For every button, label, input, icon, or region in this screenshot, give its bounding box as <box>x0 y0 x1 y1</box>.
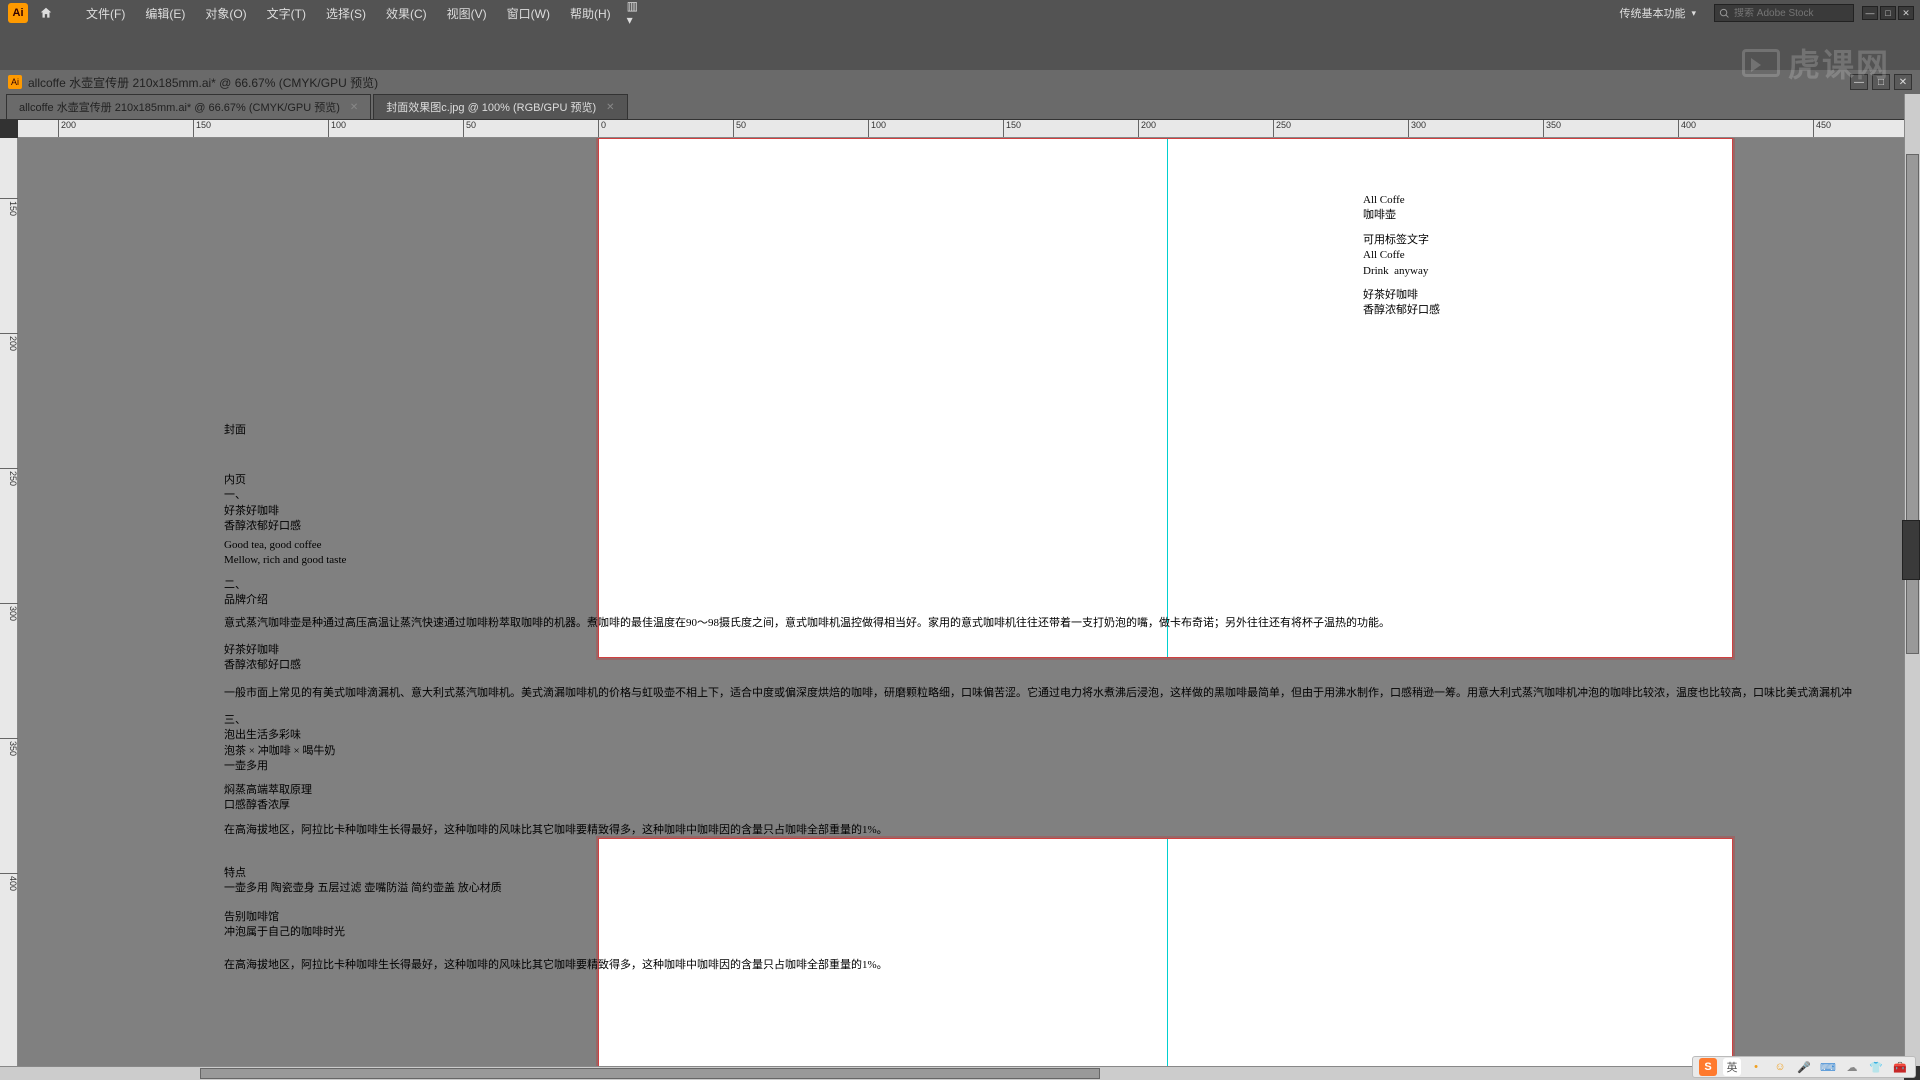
ime-skin-icon[interactable]: ☁ <box>1843 1058 1861 1076</box>
home-icon[interactable] <box>36 3 56 23</box>
scrollbar-horizontal[interactable] <box>0 1066 1904 1080</box>
doc-tab[interactable]: 封面效果图c.jpg @ 100% (RGB/GPU 预览) ✕ <box>373 94 627 119</box>
scroll-thumb[interactable] <box>200 1068 1100 1079</box>
panel-collapsed-tab[interactable] <box>1902 520 1920 580</box>
ruler-tick: 0 <box>598 120 606 138</box>
ruler-tick: 200 <box>0 333 18 351</box>
scrollbar-vertical[interactable] <box>1904 94 1920 1066</box>
ruler-tick: 50 <box>463 120 476 138</box>
canvas-text[interactable]: 在高海拔地区，阿拉比卡种咖啡生长得最好，这种咖啡的风味比其它咖啡要精致得多，这种… <box>224 958 1904 973</box>
control-bar <box>0 26 1920 70</box>
ruler-horizontal[interactable]: 200 150 100 50 0 50 100 150 200 250 300 350 400 450 <box>18 120 1920 138</box>
menu-edit[interactable]: 编辑(E) <box>135 5 195 22</box>
stock-search[interactable] <box>1714 4 1854 22</box>
canvas-text[interactable]: 二、 品牌介绍 <box>224 578 268 609</box>
canvas-text[interactable]: 一般市面上常见的有美式咖啡滴漏机、意大利式蒸汽咖啡机。美式滴漏咖啡机的价格与虹吸… <box>224 686 1904 701</box>
ruler-tick: 150 <box>193 120 211 138</box>
ruler-tick: 100 <box>328 120 346 138</box>
window-maximize-icon[interactable]: □ <box>1880 6 1896 20</box>
ruler-tick: 350 <box>1543 120 1561 138</box>
panel-arrange-icon[interactable]: ▥ ▾ <box>627 5 647 21</box>
ime-bar: S 英 • ☺ 🎤 ⌨ ☁ 👕 🧰 <box>1692 1056 1916 1078</box>
menu-file[interactable]: 文件(F) <box>76 5 135 22</box>
tab-label: allcoffe 水壶宣传册 210x185mm.ai* @ 66.67% (C… <box>19 99 340 115</box>
menu-view[interactable]: 视图(V) <box>437 5 497 22</box>
ime-sogou-icon[interactable]: S <box>1699 1058 1717 1076</box>
ime-keyboard-icon[interactable]: ⌨ <box>1819 1058 1837 1076</box>
doc-close-icon[interactable]: ✕ <box>1894 74 1912 90</box>
menu-object[interactable]: 对象(O) <box>195 5 256 22</box>
doc-tab[interactable]: allcoffe 水壶宣传册 210x185mm.ai* @ 66.67% (C… <box>6 94 371 119</box>
ruler-tick: 400 <box>0 873 18 891</box>
doc-type-icon: Ai <box>8 75 22 89</box>
canvas-text[interactable]: 好茶好咖啡 香醇浓郁好口感 <box>224 643 301 674</box>
artboard[interactable] <box>598 838 1733 1066</box>
menu-group: 文件(F) 编辑(E) 对象(O) 文字(T) 选择(S) 效果(C) 视图(V… <box>76 5 647 22</box>
canvas-text[interactable]: 在高海拔地区，阿拉比卡种咖啡生长得最好，这种咖啡的风味比其它咖啡要精致得多，这种… <box>224 823 1904 838</box>
canvas-text[interactable]: 好茶好咖啡 香醇浓郁好口感 <box>1363 288 1440 319</box>
guide-vertical[interactable] <box>1167 839 1168 1066</box>
tab-label: 封面效果图c.jpg @ 100% (RGB/GPU 预览) <box>386 99 596 115</box>
ime-emoji-icon[interactable]: ☺ <box>1771 1058 1789 1076</box>
canvas[interactable]: All Coffe 咖啡壶可用标签文字 All Coffe Drink anyw… <box>18 138 1904 1066</box>
canvas-text[interactable]: All Coffe 咖啡壶 <box>1363 193 1405 224</box>
doc-titlebar: Ai allcoffe 水壶宣传册 210x185mm.ai* @ 66.67%… <box>0 70 1920 94</box>
ruler-tick: 300 <box>0 603 18 621</box>
workspace-switcher[interactable]: 传统基本功能 <box>1609 3 1706 23</box>
ruler-tick: 200 <box>1138 120 1156 138</box>
ruler-tick: 100 <box>868 120 886 138</box>
doc-minimize-icon[interactable]: — <box>1850 74 1868 90</box>
ime-punct-icon[interactable]: • <box>1747 1058 1765 1076</box>
doc-tab-bar: allcoffe 水壶宣传册 210x185mm.ai* @ 66.67% (C… <box>0 94 1920 120</box>
canvas-text[interactable]: 告别咖啡馆 冲泡属于自己的咖啡时光 <box>224 910 345 941</box>
canvas-text[interactable]: 意式蒸汽咖啡壶是种通过高压高温让蒸汽快速通过咖啡粉萃取咖啡的机器。煮咖啡的最佳温… <box>224 616 1904 631</box>
ruler-tick: 250 <box>0 468 18 486</box>
app-logo-icon: Ai <box>8 3 28 23</box>
menu-select[interactable]: 选择(S) <box>316 5 376 22</box>
canvas-text[interactable]: 特点 一壶多用 陶瓷壶身 五层过滤 壶嘴防溢 简约壶盖 放心材质 <box>224 866 502 897</box>
ruler-tick: 150 <box>0 198 18 216</box>
ruler-vertical[interactable]: 150 200 250 300 350 400 <box>0 138 18 1066</box>
canvas-text[interactable]: Good tea, good coffee Mellow, rich and g… <box>224 538 346 569</box>
window-minimize-icon[interactable]: — <box>1862 6 1878 20</box>
window-close-icon[interactable]: ✕ <box>1898 6 1914 20</box>
canvas-text[interactable]: 封面 <box>224 423 246 438</box>
canvas-text[interactable]: 焖蒸高端萃取原理 口感醇香浓厚 <box>224 783 312 814</box>
stock-search-input[interactable] <box>1734 8 1844 19</box>
guide-vertical[interactable] <box>1167 139 1168 657</box>
doc-restore-icon[interactable]: □ <box>1872 74 1890 90</box>
artboard[interactable] <box>598 138 1733 658</box>
ruler-tick: 50 <box>733 120 746 138</box>
menu-help[interactable]: 帮助(H) <box>560 5 621 22</box>
menu-window[interactable]: 窗口(W) <box>497 5 560 22</box>
app-menubar: Ai 文件(F) 编辑(E) 对象(O) 文字(T) 选择(S) 效果(C) 视… <box>0 0 1920 26</box>
ime-mic-icon[interactable]: 🎤 <box>1795 1058 1813 1076</box>
ruler-tick: 150 <box>1003 120 1021 138</box>
ruler-tick: 350 <box>0 738 18 756</box>
canvas-text[interactable]: 可用标签文字 All Coffe Drink anyway <box>1363 233 1429 279</box>
menu-effect[interactable]: 效果(C) <box>376 5 437 22</box>
ruler-tick: 200 <box>58 120 76 138</box>
doc-title: allcoffe 水壶宣传册 210x185mm.ai* @ 66.67% (C… <box>28 74 378 91</box>
close-icon[interactable]: ✕ <box>606 102 614 113</box>
canvas-text[interactable]: 内页 一、 好茶好咖啡 香醇浓郁好口感 <box>224 473 301 535</box>
search-icon <box>1719 8 1730 19</box>
ime-lang-icon[interactable]: 英 <box>1723 1058 1741 1076</box>
ruler-tick: 400 <box>1678 120 1696 138</box>
menu-type[interactable]: 文字(T) <box>257 5 316 22</box>
close-icon[interactable]: ✕ <box>350 102 358 113</box>
ime-toolbox-icon[interactable]: 🧰 <box>1891 1058 1909 1076</box>
ime-cloth-icon[interactable]: 👕 <box>1867 1058 1885 1076</box>
ruler-tick: 450 <box>1813 120 1831 138</box>
canvas-text[interactable]: 三、 泡出生活多彩味 泡茶 × 冲咖啡 × 喝牛奶 一壶多用 <box>224 713 335 775</box>
ruler-tick: 250 <box>1273 120 1291 138</box>
ruler-tick: 300 <box>1408 120 1426 138</box>
